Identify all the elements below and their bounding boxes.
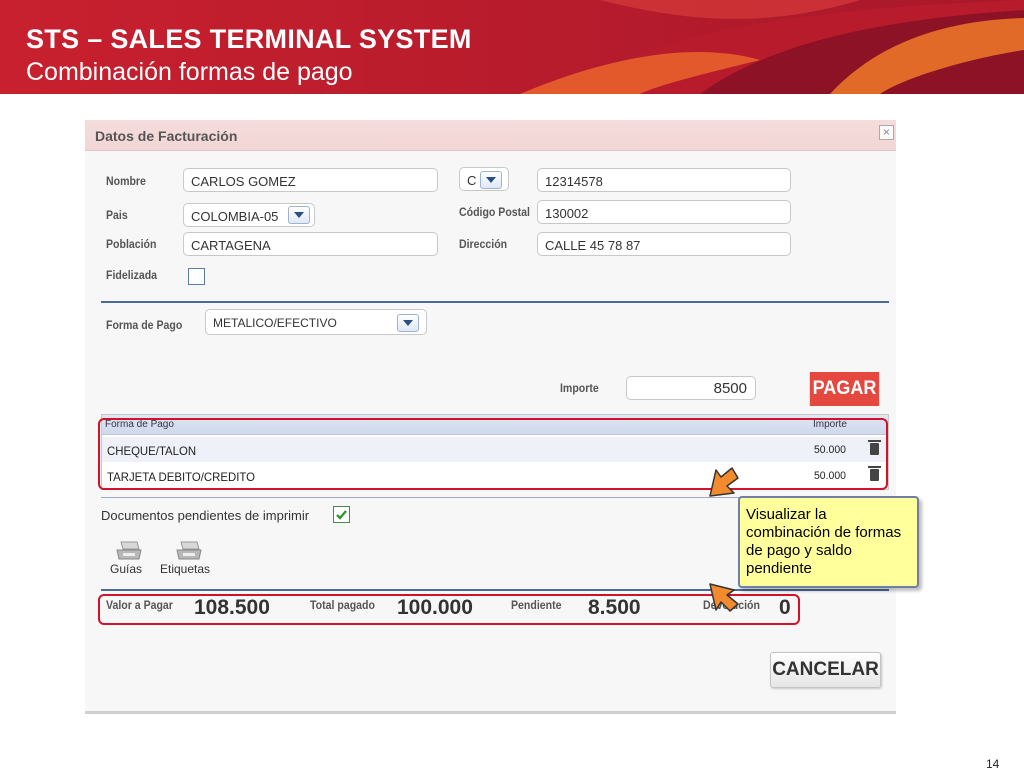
- section-divider: [101, 301, 889, 303]
- docs-pendientes-label: Documentos pendientes de imprimir: [101, 508, 310, 523]
- forma-pago-label: Forma de Pago: [106, 318, 183, 332]
- forma-pago-value: METALICO/EFECTIVO: [213, 316, 337, 330]
- slide: STS – SALES TERMINAL SYSTEM Combinación …: [0, 0, 1024, 783]
- slide-subtitle: Combinación formas de pago: [26, 58, 353, 86]
- pais-label: Pais: [106, 208, 128, 222]
- arrow-pointer-icon: [709, 583, 739, 612]
- poblacion-field[interactable]: CARTAGENA: [183, 232, 438, 256]
- direccion-label: Dirección: [459, 237, 508, 251]
- printer-icon[interactable]: [115, 540, 143, 562]
- codigo-postal-field[interactable]: 130002: [537, 200, 791, 224]
- direccion-field[interactable]: CALLE 45 78 87: [537, 232, 791, 256]
- guias-label[interactable]: Guías: [110, 562, 142, 576]
- poblacion-label: Población: [106, 237, 157, 251]
- slide-title: STS – SALES TERMINAL SYSTEM: [26, 24, 472, 54]
- totals-highlight: [98, 594, 800, 625]
- printer-icon[interactable]: [175, 540, 203, 562]
- importe-field[interactable]: 8500: [626, 376, 756, 400]
- nombre-label: Nombre: [106, 174, 146, 188]
- pagar-button[interactable]: PAGAR: [809, 372, 880, 406]
- doc-type-value: C: [467, 173, 477, 188]
- nombre-field[interactable]: CARLOS GOMEZ: [183, 168, 438, 192]
- page-number: 14: [986, 757, 1000, 771]
- doc-type-chevron-down-icon[interactable]: [480, 171, 502, 189]
- callout-text: Visualizar la combinación de formas de p…: [746, 506, 902, 577]
- section-divider: [101, 589, 889, 591]
- pais-chevron-down-icon[interactable]: [288, 206, 310, 224]
- checkmark-icon: [336, 510, 347, 520]
- dialog-header: Datos de Facturación ×: [85, 120, 896, 151]
- fidelizada-checkbox[interactable]: [188, 268, 205, 285]
- docs-pendientes-checkbox[interactable]: [333, 506, 350, 523]
- forma-pago-chevron-down-icon[interactable]: [397, 314, 419, 332]
- etiquetas-label[interactable]: Etiquetas: [160, 562, 210, 576]
- arrow-pointer-icon: [709, 467, 739, 497]
- doc-number-field[interactable]: 12314578: [537, 168, 791, 192]
- cancelar-button[interactable]: CANCELAR: [770, 652, 881, 688]
- fidelizada-label: Fidelizada: [106, 268, 158, 282]
- payment-table-highlight: [98, 418, 888, 490]
- pais-select-value: COLOMBIA-05: [191, 209, 279, 224]
- forma-pago-select[interactable]: METALICO/EFECTIVO: [205, 309, 427, 335]
- close-icon[interactable]: ×: [879, 125, 894, 140]
- dialog-title: Datos de Facturación: [95, 128, 238, 144]
- callout-note: Visualizar la combinación de formas de p…: [738, 496, 919, 588]
- header-banner: STS – SALES TERMINAL SYSTEM Combinación …: [0, 0, 1024, 94]
- codigo-postal-label: Código Postal: [459, 205, 530, 219]
- importe-label: Importe: [560, 381, 599, 395]
